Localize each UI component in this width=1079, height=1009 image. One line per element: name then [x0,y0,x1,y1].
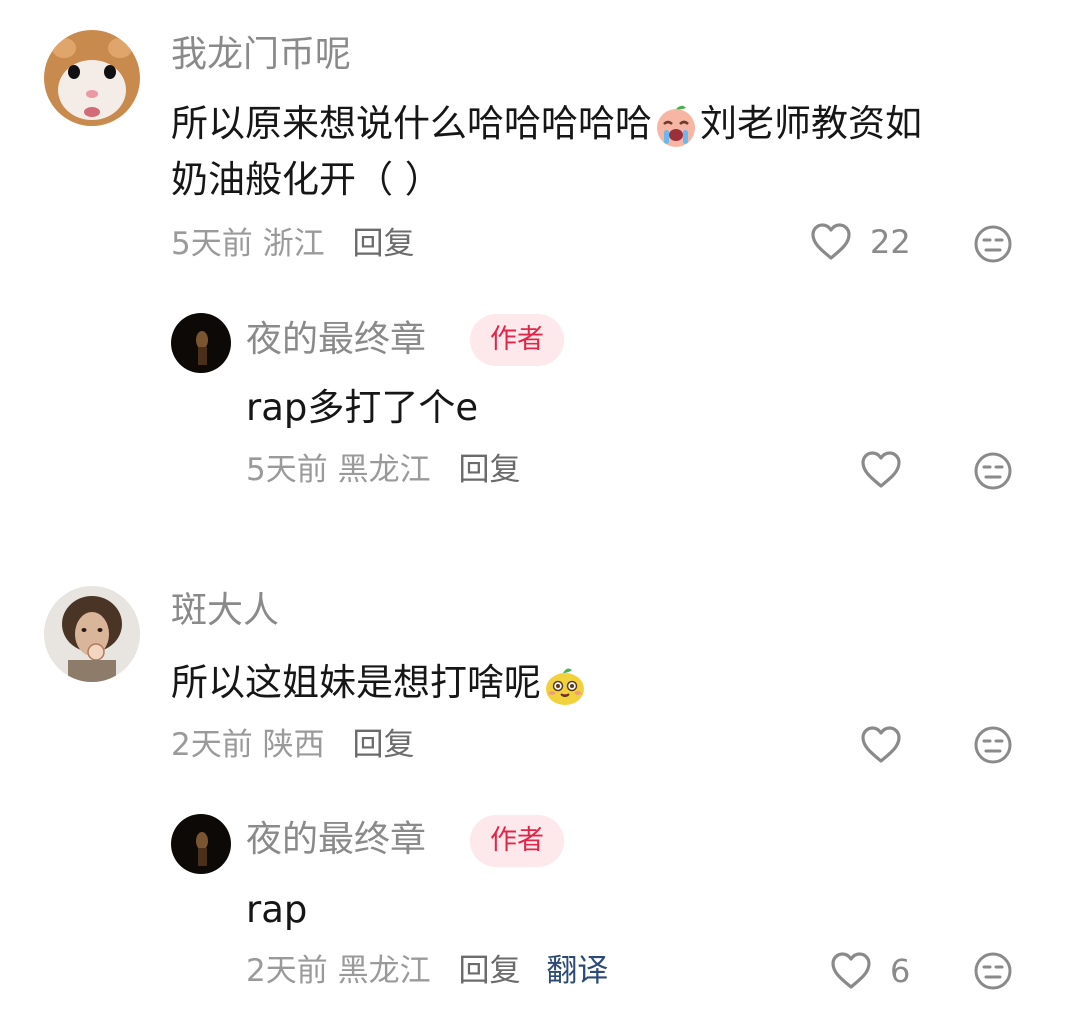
heart-icon [861,451,901,488]
like-button[interactable]: 6 [830,951,910,991]
dark-portrait-avatar-icon [171,814,231,874]
username[interactable]: 夜的最终章 [246,320,426,360]
reply-time: 5天前 [246,452,328,488]
smug-face-emoji-icon [546,668,584,705]
dislike-face-icon[interactable] [973,725,1013,765]
avatar[interactable] [44,30,140,126]
reply-text: rap [246,888,308,931]
like-count: 22 [870,223,911,261]
dislike-face-icon[interactable] [973,224,1013,264]
reply-text: rap多打了个e [246,386,479,429]
reply-button[interactable]: 回复 [458,953,520,989]
author-badge: 作者 [470,314,564,366]
dislike-face-icon[interactable] [973,451,1013,491]
like-button[interactable] [860,725,902,765]
heart-icon [811,223,851,260]
comment-location: 陕西 [262,727,325,763]
comment-text-part: 所以这姐妹是想打啥呢 [171,661,541,704]
reply-button[interactable]: 回复 [352,226,414,262]
username[interactable]: 斑大人 [171,591,279,631]
author-badge: 作者 [470,815,564,867]
like-count: 6 [890,952,911,990]
avatar[interactable] [171,313,231,373]
reply-button[interactable]: 回复 [458,452,520,488]
dislike-face-icon[interactable] [973,951,1013,991]
comment-text-part: 所以原来想说什么哈哈哈哈哈 [171,102,652,145]
heart-icon [831,952,871,989]
comment-location: 浙江 [262,226,325,262]
translate-button[interactable]: 翻译 [546,953,608,989]
avatar[interactable] [171,814,231,874]
dark-portrait-avatar-icon [171,313,231,373]
comment-meta: 5天前 浙江 回复 [171,224,414,264]
username[interactable]: 我龙门币呢 [171,35,351,75]
reply-meta: 5天前 黑龙江 回复 [246,450,520,490]
crying-laugh-emoji-icon [657,105,695,147]
avatar[interactable] [44,586,140,682]
comment-text-part: 刘老师教资如 [700,102,922,145]
comment-text-line2: 奶油般化开（ ） [171,158,442,201]
comment-time: 2天前 [171,727,253,763]
like-button[interactable]: 22 [810,222,911,262]
reply-location: 黑龙江 [337,452,431,488]
like-button[interactable] [860,450,902,490]
comment-time: 5天前 [171,226,253,262]
reply-time: 2天前 [246,953,328,989]
reply-location: 黑龙江 [337,953,431,989]
heart-icon [861,726,901,763]
hamster-avatar-icon [44,30,140,126]
comment-meta: 2天前 陕西 回复 [171,725,414,765]
reply-meta: 2天前 黑龙江 回复 翻译 [246,951,608,991]
comment-text: 所以原来想说什么哈哈哈哈哈 刘老师教资如 [171,96,922,151]
username[interactable]: 夜的最终章 [246,820,426,860]
curly-hair-portrait-avatar-icon [44,586,140,682]
reply-button[interactable]: 回复 [352,727,414,763]
comment-text: 所以这姐妹是想打啥呢 [171,655,589,710]
